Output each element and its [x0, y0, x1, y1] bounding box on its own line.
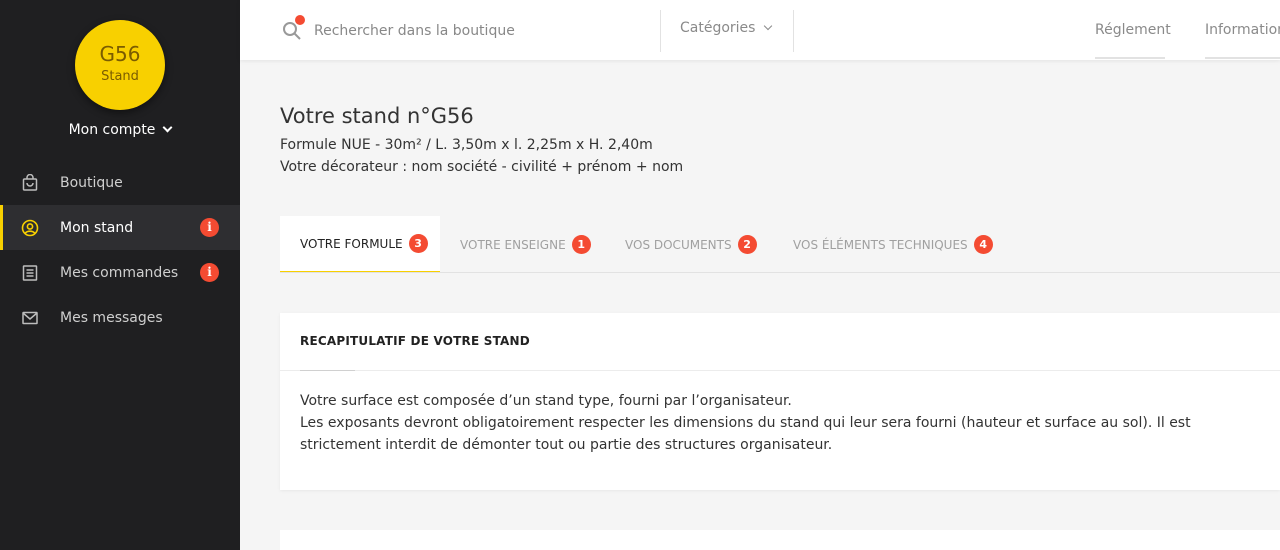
divider — [660, 10, 661, 52]
sidebar: G56 Stand Mon compte Boutique Mon stand … — [0, 0, 240, 550]
badge-partial — [295, 15, 305, 25]
card-divider — [280, 370, 1280, 371]
sidebar-item-label: Mes commandes — [60, 264, 179, 281]
tab-label: VOTRE ENSEIGNE — [460, 237, 566, 252]
sidebar-item-mes-messages[interactable]: Mes messages — [0, 295, 240, 340]
tab-label: VOTRE FORMULE — [300, 236, 403, 251]
tab-count-badge: 3 — [408, 234, 428, 253]
list-document-icon — [22, 265, 38, 281]
tabs-divider — [280, 272, 1280, 273]
reglement-link[interactable]: Réglement — [1095, 22, 1171, 38]
user-circle-icon — [21, 219, 39, 237]
top-bar: Catégories Réglement Information — [240, 0, 1280, 60]
sidebar-item-mes-commandes[interactable]: Mes commandes i — [0, 250, 240, 295]
sidebar-nav: Boutique Mon stand i Mes commandes i Mes… — [0, 160, 240, 340]
next-card — [280, 530, 1280, 550]
card-body: Votre surface est composée d’un stand ty… — [300, 390, 1260, 456]
info-badge: i — [200, 263, 219, 282]
tab-label: VOS DOCUMENTS — [625, 237, 732, 252]
tab-vos-elements-techniques[interactable]: VOS ÉLÉMENTS TECHNIQUES 4 — [793, 216, 993, 273]
stand-decorator: Votre décorateur : nom société - civilit… — [280, 159, 684, 175]
account-label: Mon compte — [68, 122, 156, 138]
tab-votre-formule[interactable]: VOTRE FORMULE 3 — [280, 216, 440, 273]
tab-count-badge: 1 — [571, 235, 591, 254]
link-underline — [1205, 57, 1280, 59]
sidebar-item-mon-stand[interactable]: Mon stand i — [0, 205, 240, 250]
stand-tabs: VOTRE FORMULE 3 VOTRE ENSEIGNE 1 VOS DOC… — [280, 216, 1280, 273]
sidebar-item-boutique[interactable]: Boutique — [0, 160, 240, 205]
stand-code: G56 — [99, 42, 141, 66]
tab-votre-enseigne[interactable]: VOTRE ENSEIGNE 1 — [460, 216, 591, 273]
sidebar-item-label: Mon stand — [60, 219, 134, 236]
link-underline — [1095, 57, 1165, 59]
search-input[interactable] — [306, 18, 636, 44]
stand-avatar: G56 Stand — [75, 20, 165, 110]
info-badge: i — [200, 218, 219, 237]
tab-vos-documents[interactable]: VOS DOCUMENTS 2 — [625, 216, 757, 273]
information-link[interactable]: Information — [1205, 22, 1280, 38]
categories-label: Catégories — [680, 20, 756, 36]
summary-line-2: Les exposants devront obligatoirement re… — [300, 415, 1191, 453]
card-divider-mark — [300, 370, 355, 371]
card-title: RECAPITULATIF DE VOTRE STAND — [300, 334, 530, 348]
tab-count-badge: 4 — [973, 235, 993, 254]
chevron-down-icon — [162, 122, 173, 133]
divider — [793, 10, 794, 52]
chevron-down-icon — [764, 21, 773, 31]
stand-label: Stand — [101, 69, 139, 84]
categories-dropdown[interactable]: Catégories — [680, 20, 773, 36]
stand-summary-card: RECAPITULATIF DE VOTRE STAND Votre surfa… — [280, 313, 1280, 490]
tab-count-badge: 2 — [737, 235, 757, 254]
shopping-bag-icon — [22, 174, 38, 191]
envelope-icon — [22, 311, 38, 325]
page-title: Votre stand n°G56 — [280, 104, 474, 128]
tab-label: VOS ÉLÉMENTS TECHNIQUES — [793, 237, 968, 252]
sidebar-item-label: Mes messages — [60, 309, 163, 326]
account-menu-button[interactable]: Mon compte — [0, 120, 240, 140]
summary-line-1: Votre surface est composée d’un stand ty… — [300, 393, 792, 409]
sidebar-item-label: Boutique — [60, 174, 123, 191]
stand-formula: Formule NUE - 30m² / L. 3,50m x l. 2,25m… — [280, 137, 653, 153]
